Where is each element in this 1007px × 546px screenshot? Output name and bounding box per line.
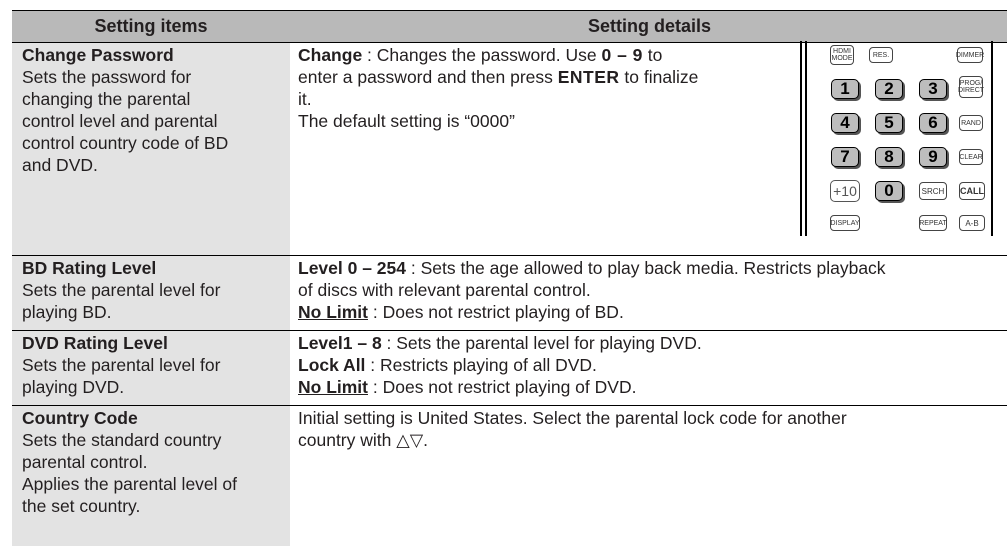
detail-term: Lock All (298, 355, 366, 375)
setting-desc-line: control country code of BD (22, 133, 229, 153)
setting-desc-line: parental control. (22, 452, 148, 472)
digit-1-button: 1 (831, 79, 859, 99)
detail-line: No Limit : Does not restrict playing of … (298, 376, 1007, 398)
hdmi-mode-button: HDMI MODE (830, 45, 854, 65)
table-row: Country Code Sets the standard country p… (12, 406, 1007, 546)
detail-line: Level1 – 8 : Sets the parental level for… (298, 332, 1007, 354)
digit-6-button: 6 (919, 113, 947, 133)
prog-direct-button: PROG/ DIRECT (958, 76, 984, 98)
call-button: CALL (959, 182, 985, 200)
detail-line: Change : Changes the password. Use 0 – 9… (298, 44, 786, 66)
digit-5-button: 5 (875, 113, 903, 133)
clear-button: CLEAR (959, 149, 983, 165)
setting-desc-line: control level and parental (22, 111, 218, 131)
detail-term: Level 0 – 254 (298, 258, 406, 278)
setting-desc-line: changing the parental (22, 89, 191, 109)
setting-desc-line: Sets the password for (22, 67, 192, 87)
detail-term: Change (298, 45, 363, 65)
detail-line: The default setting is “0000” (298, 111, 515, 131)
setting-title: Change Password (22, 45, 174, 65)
detail-line: No Limit : Does not restrict playing of … (298, 301, 1007, 323)
setting-title: DVD Rating Level (22, 333, 168, 353)
enter-key: ENTER (557, 67, 620, 87)
detail-text: : Sets the parental level for playing DV… (381, 333, 702, 353)
digit-8-button: 8 (875, 147, 903, 167)
detail-line: of discs with relevant parental control. (298, 280, 591, 300)
display-button: DISPLAY (830, 215, 860, 231)
setting-desc-line: Sets the standard country (22, 430, 222, 450)
header-setting-details: Setting details (587, 16, 712, 36)
detail-term: No Limit (298, 302, 368, 322)
setting-item-cell: DVD Rating Level Sets the parental level… (12, 331, 290, 405)
detail-text: to finalize (619, 67, 699, 87)
header-setting-items: Setting items (94, 16, 208, 36)
detail-line: enter a password and then press ENTER to… (298, 66, 786, 88)
ab-button: A-B (959, 215, 985, 231)
digit-3-button: 3 (919, 79, 947, 99)
srch-button: SRCH (919, 182, 947, 200)
detail-text: : Does not restrict playing of BD. (368, 302, 624, 322)
digit-9-button: 9 (919, 147, 947, 167)
digit-2-button: 2 (875, 79, 903, 99)
setting-desc-line: the set country. (22, 496, 141, 516)
setting-details-cell: Level 0 – 254 : Sets the age allowed to … (290, 256, 1007, 330)
remote-control-illustration: HDMI MODE RES. DIMMER 1 2 3 PROG/ DIRECT… (794, 41, 994, 236)
setting-desc-line: Sets the parental level for (22, 280, 221, 300)
table-header: Setting items Setting details (12, 10, 1007, 43)
setting-item-cell: Change Password Sets the password for ch… (12, 43, 290, 255)
setting-desc-line: and DVD. (22, 155, 98, 175)
table-row: BD Rating Level Sets the parental level … (12, 256, 1007, 331)
digit-4-button: 4 (831, 113, 859, 133)
setting-title: BD Rating Level (22, 258, 157, 278)
detail-line: country with △▽. (298, 430, 429, 450)
key-range: 0 – 9 (601, 45, 643, 65)
setting-item-cell: Country Code Sets the standard country p… (12, 406, 290, 546)
digit-7-button: 7 (831, 147, 859, 167)
remote-edge-right (991, 41, 993, 236)
remote-edge-left (800, 41, 802, 236)
remote-edge-left-inner (805, 41, 807, 236)
detail-term: No Limit (298, 377, 368, 397)
detail-line: Initial setting is United States. Select… (298, 408, 847, 428)
setting-desc-line: Applies the parental level of (22, 474, 237, 494)
setting-desc-line: playing BD. (22, 302, 112, 322)
rand-button: RAND (959, 115, 983, 131)
setting-details-cell: Initial setting is United States. Select… (290, 406, 1007, 546)
table-row: DVD Rating Level Sets the parental level… (12, 331, 1007, 406)
detail-text: : Restricts playing of all DVD. (365, 355, 597, 375)
detail-term: Level1 – 8 (298, 333, 382, 353)
detail-line: Level 0 – 254 : Sets the age allowed to … (298, 257, 1007, 279)
setting-title: Country Code (22, 408, 138, 428)
dimmer-button: DIMMER (956, 47, 984, 63)
detail-line: it. (298, 89, 312, 109)
setting-desc-line: playing DVD. (22, 377, 125, 397)
setting-desc-line: Sets the parental level for (22, 355, 221, 375)
detail-text: : Does not restrict playing of DVD. (368, 377, 637, 397)
setting-item-cell: BD Rating Level Sets the parental level … (12, 256, 290, 330)
detail-text: : Sets the age allowed to play back medi… (406, 258, 886, 278)
setting-details-cell: Level1 – 8 : Sets the parental level for… (290, 331, 1007, 405)
detail-text: : Changes the password. Use (362, 45, 602, 65)
detail-text: to (642, 45, 663, 65)
detail-line: Lock All : Restricts playing of all DVD. (298, 354, 1007, 376)
plus10-button: +10 (830, 180, 860, 202)
res-button: RES. (869, 47, 893, 63)
detail-text: enter a password and then press (298, 67, 558, 87)
digit-0-button: 0 (875, 181, 903, 201)
repeat-button: REPEAT (919, 215, 947, 231)
